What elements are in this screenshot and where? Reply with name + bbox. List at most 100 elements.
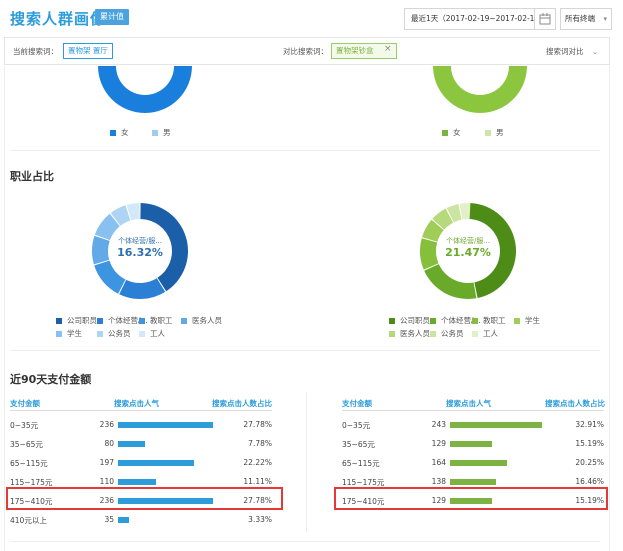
legend-label: 公务员 xyxy=(441,329,464,338)
calendar-button[interactable] xyxy=(534,8,556,30)
popularity-value: 243 xyxy=(431,420,446,429)
ratio-value: 7.78% xyxy=(248,439,272,448)
amount-range: 35~65元 xyxy=(10,440,43,449)
legend-label: 学生 xyxy=(67,329,82,338)
terminal-select-value: 所有终端 xyxy=(565,14,595,23)
column-header-amount: 支付金额 xyxy=(342,399,372,408)
legend-label: 男 xyxy=(496,128,504,137)
column-header-amount: 支付金额 xyxy=(10,399,40,408)
divider xyxy=(10,410,272,411)
legend-swatch xyxy=(56,317,62,324)
legend-item: 医务人员 xyxy=(181,315,222,326)
column-separator xyxy=(306,392,307,532)
ratio-value: 27.78% xyxy=(243,420,272,429)
legend-swatch xyxy=(110,129,116,136)
ratio-value: 20.25% xyxy=(575,458,604,467)
ratio-bar xyxy=(450,460,507,466)
current-keyword-tag[interactable]: 置物架 置厅 xyxy=(63,43,113,59)
popularity-value: 236 xyxy=(99,420,114,429)
legend-swatch xyxy=(442,129,448,136)
legend-item: 公务员 xyxy=(430,328,464,339)
terminal-select[interactable]: 所有终端 ▾ xyxy=(560,8,612,30)
chevron-down-icon: ▾ xyxy=(603,15,607,23)
amount-range: 35~65元 xyxy=(342,440,375,449)
divider xyxy=(342,410,604,411)
divider xyxy=(10,350,600,351)
ratio-bar xyxy=(118,517,129,523)
legend-swatch xyxy=(472,330,478,337)
divider xyxy=(10,541,600,542)
highlight-box xyxy=(334,487,608,510)
amount-range: 0~35元 xyxy=(342,421,371,430)
legend-swatch xyxy=(181,317,187,324)
legend-label: 公司职员 xyxy=(400,316,430,325)
keyword-compare-label: 搜索词对比 xyxy=(546,47,584,56)
donut-center-label: 个体经营/服... xyxy=(445,237,491,245)
legend-swatch xyxy=(485,129,491,136)
ratio-value: 3.33% xyxy=(248,515,272,524)
legend-label: 学生 xyxy=(525,316,540,325)
donut-slice xyxy=(94,260,126,294)
amount-range: 410元以上 xyxy=(10,516,47,525)
legend-label: 公务员 xyxy=(108,329,131,338)
page-title: 搜索人群画像 xyxy=(10,10,107,28)
popularity-value: 197 xyxy=(99,458,114,467)
donut-slice xyxy=(459,203,471,220)
legend-label: 教职工 xyxy=(483,316,506,325)
amount-range: 65~115元 xyxy=(10,459,48,468)
ratio-bar xyxy=(118,441,145,447)
ratio-bar xyxy=(450,422,542,428)
ratio-bar xyxy=(118,479,156,485)
ratio-bar xyxy=(118,460,194,466)
gender-slice-female xyxy=(433,66,527,113)
popularity-value: 80 xyxy=(104,439,114,448)
legend-label: 医务人员 xyxy=(400,329,430,338)
gender-slice-female xyxy=(98,66,192,113)
cumulative-badge: 累计值 xyxy=(95,9,129,25)
legend-swatch xyxy=(97,317,103,324)
donut-slice xyxy=(119,278,166,299)
legend-label: 女 xyxy=(121,128,129,137)
ratio-bar xyxy=(450,479,496,485)
legend-swatch xyxy=(152,129,158,136)
legend-label: 教职工 xyxy=(150,316,173,325)
legend-item: 医务人员 xyxy=(389,328,430,339)
legend-swatch xyxy=(514,317,520,324)
legend-label: 工人 xyxy=(150,329,165,338)
calendar-icon xyxy=(539,13,551,25)
keyword-compare-toggle[interactable]: 搜索词对比 ⌄ xyxy=(546,46,598,57)
occupation-title: 职业占比 xyxy=(10,170,54,183)
legend-swatch xyxy=(430,330,436,337)
payment-title: 近90天支付金额 xyxy=(10,373,92,386)
donut-center-label: 个体经营/服... xyxy=(117,237,163,245)
divider xyxy=(10,150,600,151)
legend-item: 公司职员 xyxy=(389,315,430,326)
donut-center-value: 21.47% xyxy=(445,246,491,259)
ratio-bar xyxy=(450,441,492,447)
popularity-value: 35 xyxy=(104,515,114,524)
legend-item: 公务员 xyxy=(97,328,131,339)
legend-item: 工人 xyxy=(139,328,165,339)
popularity-value: 110 xyxy=(99,477,114,486)
legend-swatch xyxy=(389,330,395,337)
ratio-value: 32.91% xyxy=(575,420,604,429)
popularity-value: 129 xyxy=(431,439,446,448)
legend-item: 工人 xyxy=(472,328,498,339)
legend-label: 女 xyxy=(453,128,461,137)
ratio-value: 15.19% xyxy=(575,439,604,448)
compare-keyword-label: 对比搜索词： xyxy=(283,47,328,56)
donut-slice xyxy=(424,264,477,299)
legend-swatch xyxy=(430,317,436,324)
legend-item: 教职工 xyxy=(472,315,506,326)
legend-swatch xyxy=(389,317,395,324)
legend-male: 男 xyxy=(485,127,504,138)
legend-swatch xyxy=(56,330,62,337)
ratio-value: 22.22% xyxy=(243,458,272,467)
legend-label: 男 xyxy=(163,128,171,137)
column-header-popularity: 搜索点击人气 xyxy=(446,399,491,408)
legend-item: 学生 xyxy=(514,315,540,326)
close-icon[interactable]: × xyxy=(384,44,392,54)
column-header-ratio: 搜索点击人数占比 xyxy=(212,399,272,408)
legend-label: 医务人员 xyxy=(192,316,222,325)
legend-swatch xyxy=(97,330,103,337)
